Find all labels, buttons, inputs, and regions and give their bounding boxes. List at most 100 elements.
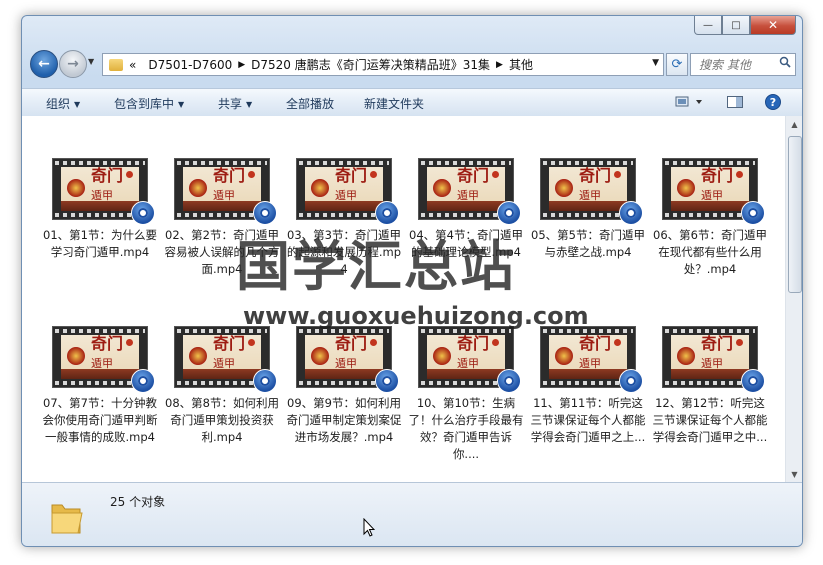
seal-icon — [555, 347, 573, 365]
command-bar: 组织 ▼ 包含到库中 ▼ 共享 ▼ 全部播放 新建文件夹 ? — [22, 88, 802, 117]
file-item[interactable]: 奇门 遁甲 01、第1节：为什么要学习奇门遁甲.mp4 — [39, 158, 161, 261]
reel-icon — [138, 208, 148, 218]
reel-icon — [626, 376, 636, 386]
media-player-icon — [375, 369, 399, 393]
thumbnail-frame: 奇门 遁甲 — [427, 335, 505, 379]
organize-label: 组织 — [46, 97, 71, 111]
media-player-icon — [497, 369, 521, 393]
forward-button[interactable]: → — [59, 50, 87, 78]
roof-decoration — [549, 369, 627, 379]
minimize-button[interactable]: — — [694, 16, 722, 35]
seal-icon — [677, 347, 695, 365]
chevron-right-icon[interactable]: ▶ — [238, 60, 245, 70]
seal-icon — [311, 179, 329, 197]
seal-icon — [555, 179, 573, 197]
seal-icon — [433, 179, 451, 197]
roof-decoration — [305, 201, 383, 211]
chevron-right-icon[interactable]: ▶ — [496, 60, 503, 70]
decoration-dot — [492, 171, 499, 178]
breadcrumb: « D7501-D7600 ▶ D7520 唐鹏志《奇门运筹决策精品班》31集 … — [129, 56, 533, 73]
view-options-icon[interactable] — [674, 94, 704, 110]
breadcrumb-item[interactable]: D7520 唐鹏志《奇门运筹决策精品班》31集 — [251, 56, 490, 73]
organize-menu[interactable]: 组织 ▼ — [46, 95, 80, 112]
file-name: 01、第1节：为什么要学习奇门遁甲.mp4 — [43, 228, 157, 259]
thumbnail-frame: 奇门 遁甲 — [61, 335, 139, 379]
thumbnail-title: 奇门 — [457, 334, 490, 353]
maximize-button[interactable]: □ — [722, 16, 750, 35]
reel-icon — [260, 376, 270, 386]
chevron-down-icon[interactable]: ▼ — [652, 58, 659, 68]
thumbnail-frame: 奇门 遁甲 — [61, 167, 139, 211]
reel-icon — [504, 208, 514, 218]
new-folder-button[interactable]: 新建文件夹 — [364, 95, 424, 112]
file-item[interactable]: 奇门 遁甲 05、第5节：奇门遁甲与赤壁之战.mp4 — [527, 158, 649, 261]
roof-decoration — [427, 201, 505, 211]
media-player-icon — [131, 201, 155, 225]
search-input[interactable] — [697, 56, 779, 73]
thumbnail-title: 奇门 — [579, 166, 612, 185]
media-player-icon — [741, 201, 765, 225]
file-name: 10、第10节：生病了！什么治疗手段最有效？奇门遁甲告诉你.... — [408, 396, 524, 461]
film-strip-holes — [55, 329, 145, 333]
reel-icon — [748, 376, 758, 386]
chevron-down-icon: ▼ — [246, 100, 253, 109]
file-item[interactable]: 奇门 遁甲 12、第12节：听完这三节课保证每个人都能学得会奇门遁甲之中... — [649, 326, 771, 446]
breadcrumb-overflow[interactable]: « — [129, 58, 136, 72]
video-thumbnail: 奇门 遁甲 — [296, 326, 399, 393]
thumbnail-frame: 奇门 遁甲 — [305, 167, 383, 211]
svg-text:?: ? — [770, 96, 776, 109]
reel-icon — [260, 208, 270, 218]
seal-icon — [433, 347, 451, 365]
mouse-cursor-icon — [363, 518, 375, 537]
video-thumbnail: 奇门 遁甲 — [662, 158, 765, 225]
caption-buttons: — □ ✕ — [694, 16, 796, 35]
breadcrumb-item[interactable]: 其他 — [509, 56, 533, 73]
help-icon[interactable]: ? — [764, 94, 782, 112]
roof-decoration — [671, 369, 749, 379]
details-pane: 25 个对象 — [22, 482, 802, 546]
scroll-up-button[interactable]: ▲ — [786, 116, 802, 132]
decoration-dot — [126, 339, 133, 346]
video-thumbnail: 奇门 遁甲 — [296, 158, 399, 225]
play-all-button[interactable]: 全部播放 — [286, 95, 334, 112]
file-item[interactable]: 奇门 遁甲 07、第7节：十分钟教会你使用奇门遁甲判断一般事情的成败.mp4 — [39, 326, 161, 446]
film-strip-holes — [665, 161, 755, 165]
decoration-dot — [370, 339, 377, 346]
breadcrumb-item[interactable]: D7501-D7600 — [148, 58, 232, 72]
file-name: 09、第9节：如何利用奇门遁甲制定策划案促进市场发展？.mp4 — [286, 396, 402, 444]
vertical-scrollbar[interactable]: ▲ ▼ — [785, 116, 802, 482]
recent-pages-dropdown[interactable]: ▼ — [88, 57, 94, 66]
file-item[interactable]: 奇门 遁甲 09、第9节：如何利用奇门遁甲制定策划案促进市场发展？.mp4 — [283, 326, 405, 446]
refresh-button[interactable]: ⟳ — [666, 53, 688, 76]
seal-icon — [189, 179, 207, 197]
video-thumbnail: 奇门 遁甲 — [540, 158, 643, 225]
video-thumbnail: 奇门 遁甲 — [418, 158, 521, 225]
search-icon[interactable] — [779, 56, 791, 68]
folder-icon — [109, 58, 123, 71]
decoration-dot — [370, 171, 377, 178]
include-in-library-menu[interactable]: 包含到库中 ▼ — [114, 95, 184, 112]
address-bar[interactable]: « D7501-D7600 ▶ D7520 唐鹏志《奇门运筹决策精品班》31集 … — [102, 53, 664, 76]
film-strip-holes — [421, 161, 511, 165]
file-item[interactable]: 奇门 遁甲 11、第11节：听完这三节课保证每个人都能学得会奇门遁甲之上... — [527, 326, 649, 446]
file-item[interactable]: 奇门 遁甲 06、第6节：奇门遁甲在现代都有些什么用处？.mp4 — [649, 158, 771, 278]
file-item[interactable]: 奇门 遁甲 10、第10节：生病了！什么治疗手段最有效？奇门遁甲告诉你.... — [405, 326, 527, 463]
share-menu[interactable]: 共享 ▼ — [218, 95, 252, 112]
thumbnail-title: 奇门 — [579, 334, 612, 353]
preview-pane-icon[interactable] — [726, 94, 744, 110]
thumbnail-title: 奇门 — [91, 166, 124, 185]
search-box[interactable] — [690, 53, 796, 76]
close-button[interactable]: ✕ — [750, 16, 796, 35]
file-item[interactable]: 奇门 遁甲 08、第8节：如何利用奇门遁甲策划投资获利.mp4 — [161, 326, 283, 446]
video-thumbnail: 奇门 遁甲 — [662, 326, 765, 393]
scroll-thumb[interactable] — [788, 136, 802, 293]
chevron-down-icon: ▼ — [74, 100, 81, 109]
scroll-down-button[interactable]: ▼ — [786, 466, 802, 482]
back-button[interactable]: ← — [30, 50, 58, 78]
roof-decoration — [671, 201, 749, 211]
decoration-dot — [248, 171, 255, 178]
thumbnail-frame: 奇门 遁甲 — [305, 335, 383, 379]
film-strip-holes — [543, 161, 633, 165]
reel-icon — [382, 376, 392, 386]
media-player-icon — [131, 369, 155, 393]
